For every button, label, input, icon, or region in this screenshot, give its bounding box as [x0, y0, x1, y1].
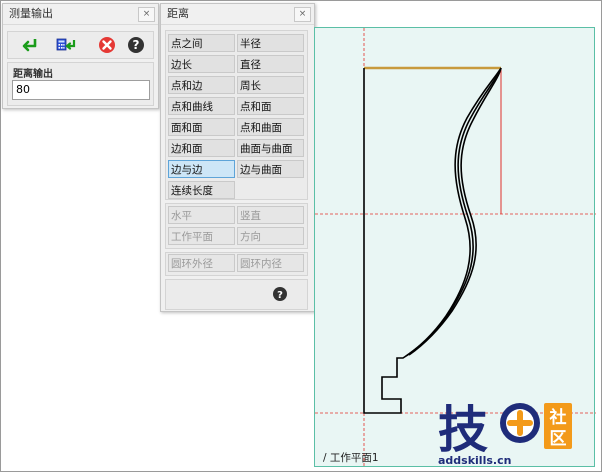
apply-arrow-icon: [22, 39, 37, 52]
apply-button[interactable]: [20, 35, 40, 55]
option-surface-and-surface[interactable]: 曲面与曲面: [237, 139, 304, 157]
option-point-and-edge[interactable]: 点和边: [168, 76, 235, 94]
option-vertical[interactable]: 竖直: [237, 206, 304, 224]
distance-panel: 距离 × 点之间 半径 边长 直径 点和边 周长 点和曲线 点和面 面和面 点和…: [160, 3, 315, 312]
cancel-button[interactable]: [97, 35, 117, 55]
distance-output-field[interactable]: 80: [12, 80, 150, 100]
option-edge-and-edge[interactable]: 边与边: [168, 160, 235, 178]
measure-toolbar: ?: [7, 31, 154, 59]
option-edge-length[interactable]: 边长: [168, 55, 235, 73]
distance-help-group: ?: [165, 279, 308, 310]
watermark-url: addskills.cn: [438, 454, 512, 467]
option-direction[interactable]: 方向: [237, 227, 304, 245]
direction-group: 水平 竖直 工作平面 方向: [165, 203, 308, 249]
option-perimeter[interactable]: 周长: [237, 76, 304, 94]
option-edge-and-face[interactable]: 边和面: [168, 139, 235, 157]
measure-panel-close-button[interactable]: ×: [138, 7, 155, 22]
watermark-char-skill: 技: [438, 401, 488, 459]
distance-help-button[interactable]: ?: [272, 286, 288, 302]
option-horizontal[interactable]: 水平: [168, 206, 235, 224]
ring-diameter-group: 圆环外径 圆环内径: [165, 252, 308, 276]
option-workplane[interactable]: 工作平面: [168, 227, 235, 245]
help-button[interactable]: ?: [126, 35, 146, 55]
option-diameter[interactable]: 直径: [237, 55, 304, 73]
calculator-arrow-icon: [56, 38, 76, 51]
option-edge-and-surface[interactable]: 边与曲面: [237, 160, 304, 178]
watermark-char-community-1: 社: [549, 407, 567, 428]
option-radius[interactable]: 半径: [237, 34, 304, 52]
measure-panel-title-bar[interactable]: 测量输出 ×: [3, 4, 158, 25]
measure-panel-title: 测量输出: [9, 7, 53, 20]
cancel-icon: [99, 37, 115, 53]
option-ring-inner-diameter[interactable]: 圆环内径: [237, 254, 304, 272]
help-icon: ?: [128, 37, 144, 53]
option-point-and-surface[interactable]: 点和曲面: [237, 118, 304, 136]
distance-output-group: 距离输出 80: [7, 62, 154, 106]
option-ring-outer-diameter[interactable]: 圆环外径: [168, 254, 235, 272]
distance-output-label: 距离输出: [13, 69, 53, 80]
option-point-and-face[interactable]: 点和面: [237, 97, 304, 115]
svg-text:?: ?: [277, 290, 283, 301]
sweep-profile[interactable]: [363, 67, 502, 414]
calculate-button[interactable]: [56, 35, 76, 55]
distance-panel-close-button[interactable]: ×: [294, 7, 311, 22]
option-face-and-face[interactable]: 面和面: [168, 118, 235, 136]
distance-panel-title: 距离: [167, 7, 189, 20]
option-continuous-length[interactable]: 连续长度: [168, 181, 235, 199]
option-point-and-curve[interactable]: 点和曲线: [168, 97, 235, 115]
help-icon: ?: [273, 287, 287, 301]
measure-output-panel: 测量输出 × ? 距离输出 80: [2, 3, 159, 109]
svg-text:?: ?: [133, 38, 140, 52]
option-point-to-point[interactable]: 点之间: [168, 34, 235, 52]
distance-mode-group: 点之间 半径 边长 直径 点和边 周长 点和曲线 点和面 面和面 点和曲面 边和…: [165, 30, 308, 200]
workplane-label: / 工作平面1: [323, 452, 379, 464]
distance-panel-title-bar[interactable]: 距离 ×: [161, 4, 314, 25]
watermark-char-community-2: 区: [550, 429, 567, 449]
